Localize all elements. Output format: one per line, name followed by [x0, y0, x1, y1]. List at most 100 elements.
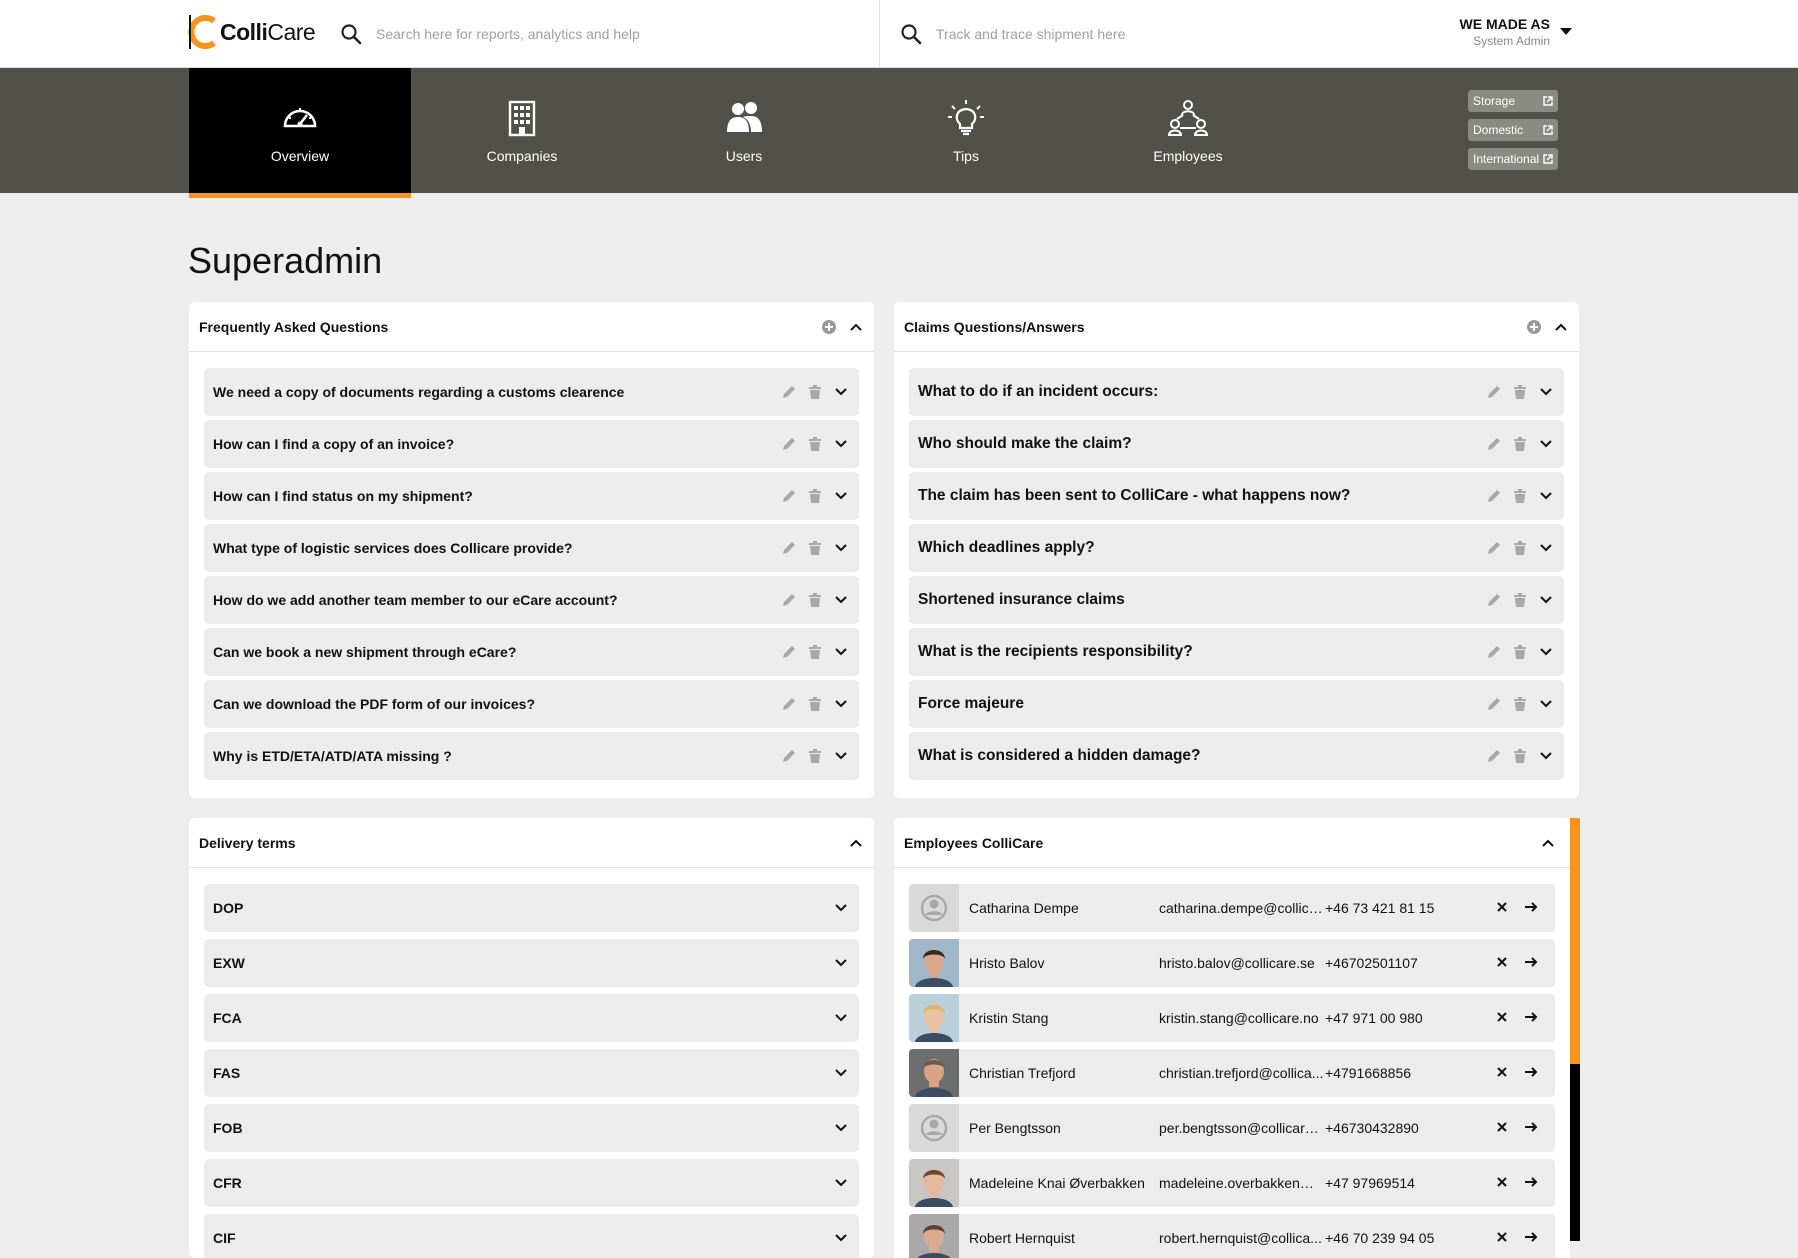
delivery-term-item[interactable]: CIF — [204, 1214, 859, 1258]
trash-icon[interactable] — [807, 696, 823, 712]
close-icon[interactable] — [1495, 1010, 1509, 1024]
employee-row[interactable]: Per Bengtsson per.bengtsson@collicare....… — [909, 1104, 1555, 1152]
trash-icon[interactable] — [807, 540, 823, 556]
reports-search-input[interactable] — [376, 26, 816, 42]
chevron-down-icon[interactable] — [833, 1175, 849, 1191]
delivery-term-item[interactable]: CFR — [204, 1159, 859, 1207]
chevron-down-icon[interactable] — [1538, 748, 1554, 764]
chevron-down-icon[interactable] — [833, 696, 849, 712]
faq-item[interactable]: How can I find a copy of an invoice? — [204, 420, 859, 468]
chevron-down-icon[interactable] — [833, 488, 849, 504]
international-link-button[interactable]: International — [1468, 148, 1558, 170]
edit-icon[interactable] — [781, 748, 797, 764]
chevron-down-icon[interactable] — [833, 1010, 849, 1026]
chevron-up-icon[interactable] — [1553, 319, 1569, 335]
storage-link-button[interactable]: Storage — [1468, 90, 1558, 112]
employee-row[interactable]: Robert Hernquist robert.hernquist@collica… — [909, 1214, 1555, 1258]
chevron-down-icon[interactable] — [1538, 644, 1554, 660]
edit-icon[interactable] — [781, 436, 797, 452]
edit-icon[interactable] — [1486, 644, 1502, 660]
faq-item[interactable]: Can we book a new shipment through eCare… — [204, 628, 859, 676]
claims-item[interactable]: Which deadlines apply? — [909, 524, 1564, 572]
arrow-right-icon[interactable] — [1523, 899, 1539, 915]
arrow-right-icon[interactable] — [1523, 1009, 1539, 1025]
scrollbar-thumb[interactable] — [1570, 818, 1580, 1064]
claims-item[interactable]: Who should make the claim? — [909, 420, 1564, 468]
chevron-down-icon[interactable] — [833, 955, 849, 971]
edit-icon[interactable] — [1486, 748, 1502, 764]
claims-item[interactable]: Shortened insurance claims — [909, 576, 1564, 624]
trash-icon[interactable] — [807, 384, 823, 400]
trash-icon[interactable] — [1512, 436, 1528, 452]
edit-icon[interactable] — [1486, 540, 1502, 556]
trash-icon[interactable] — [1512, 644, 1528, 660]
chevron-up-icon[interactable] — [848, 319, 864, 335]
account-menu[interactable]: WE MADE AS System Admin — [1440, 16, 1550, 48]
collicare-logo[interactable]: ColliCare — [188, 14, 316, 50]
trash-icon[interactable] — [807, 644, 823, 660]
trash-icon[interactable] — [807, 488, 823, 504]
chevron-down-icon[interactable] — [833, 1120, 849, 1136]
arrow-right-icon[interactable] — [1523, 1119, 1539, 1135]
nav-item-overview[interactable]: Overview — [189, 68, 411, 198]
employee-row[interactable]: Christian Trefjord christian.trefjord@col… — [909, 1049, 1555, 1097]
close-icon[interactable] — [1495, 1230, 1509, 1244]
arrow-right-icon[interactable] — [1523, 1174, 1539, 1190]
chevron-up-icon[interactable] — [848, 835, 864, 851]
chevron-up-icon[interactable] — [1540, 835, 1556, 851]
chevron-down-icon[interactable] — [833, 900, 849, 916]
delivery-term-item[interactable]: DOP — [204, 884, 859, 932]
close-icon[interactable] — [1495, 900, 1509, 914]
faq-item[interactable]: We need a copy of documents regarding a … — [204, 368, 859, 416]
trash-icon[interactable] — [1512, 748, 1528, 764]
trash-icon[interactable] — [807, 748, 823, 764]
arrow-right-icon[interactable] — [1523, 954, 1539, 970]
nav-item-users[interactable]: Users — [633, 68, 855, 193]
claims-item[interactable]: What is the recipients responsibility? — [909, 628, 1564, 676]
chevron-down-icon[interactable] — [1538, 436, 1554, 452]
close-icon[interactable] — [1495, 1175, 1509, 1189]
chevron-down-icon[interactable] — [1538, 540, 1554, 556]
chevron-down-icon[interactable] — [833, 1230, 849, 1246]
chevron-down-icon[interactable] — [833, 1065, 849, 1081]
edit-icon[interactable] — [781, 644, 797, 660]
arrow-right-icon[interactable] — [1523, 1229, 1539, 1245]
close-icon[interactable] — [1495, 1065, 1509, 1079]
chevron-down-icon[interactable] — [833, 592, 849, 608]
trash-icon[interactable] — [1512, 592, 1528, 608]
trash-icon[interactable] — [807, 592, 823, 608]
edit-icon[interactable] — [1486, 384, 1502, 400]
edit-icon[interactable] — [781, 540, 797, 556]
chevron-down-icon[interactable] — [1538, 488, 1554, 504]
trash-icon[interactable] — [1512, 384, 1528, 400]
delivery-term-item[interactable]: FAS — [204, 1049, 859, 1097]
nav-item-companies[interactable]: Companies — [411, 68, 633, 193]
delivery-term-item[interactable]: FCA — [204, 994, 859, 1042]
chevron-down-icon[interactable] — [833, 384, 849, 400]
claims-item[interactable]: The claim has been sent to ColliCare - w… — [909, 472, 1564, 520]
chevron-down-icon[interactable] — [833, 540, 849, 556]
chevron-down-icon[interactable] — [833, 644, 849, 660]
delivery-term-item[interactable]: FOB — [204, 1104, 859, 1152]
edit-icon[interactable] — [781, 384, 797, 400]
chevron-down-icon[interactable] — [833, 436, 849, 452]
close-icon[interactable] — [1495, 955, 1509, 969]
edit-icon[interactable] — [1486, 488, 1502, 504]
close-icon[interactable] — [1495, 1120, 1509, 1134]
claims-item[interactable]: Force majeure — [909, 680, 1564, 728]
claims-item[interactable]: What to do if an incident occurs: — [909, 368, 1564, 416]
domestic-link-button[interactable]: Domestic — [1468, 119, 1558, 141]
nav-item-tips[interactable]: Tips — [855, 68, 1077, 193]
arrow-right-icon[interactable] — [1523, 1064, 1539, 1080]
chevron-down-icon[interactable] — [1538, 384, 1554, 400]
faq-item[interactable]: How do we add another team member to our… — [204, 576, 859, 624]
nav-item-employees[interactable]: Employees — [1077, 68, 1299, 193]
trash-icon[interactable] — [1512, 696, 1528, 712]
claims-item[interactable]: What is considered a hidden damage? — [909, 732, 1564, 780]
add-icon[interactable] — [1527, 320, 1541, 334]
faq-item[interactable]: Why is ETD/ETA/ATD/ATA missing ? — [204, 732, 859, 780]
faq-item[interactable]: How can I find status on my shipment? — [204, 472, 859, 520]
faq-item[interactable]: Can we download the PDF form of our invo… — [204, 680, 859, 728]
edit-icon[interactable] — [1486, 592, 1502, 608]
edit-icon[interactable] — [781, 696, 797, 712]
